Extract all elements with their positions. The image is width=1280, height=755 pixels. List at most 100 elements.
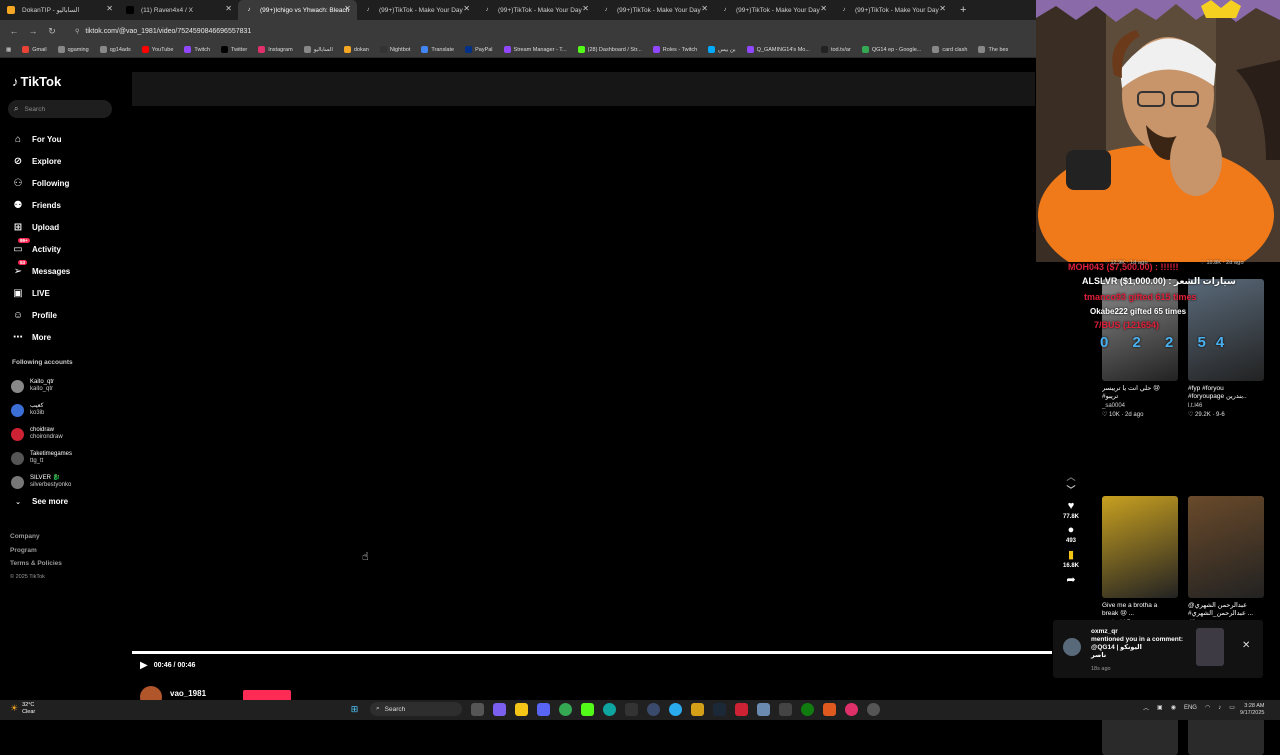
tab-close-icon[interactable]: ✕ [344,4,351,13]
bookmark-item[interactable]: tod.tv/ar [820,46,851,53]
tray-app2-icon[interactable]: ◉ [1171,704,1176,711]
bookmark-item[interactable]: Roles - Twitch [652,46,697,53]
sidebar-item-more[interactable]: ⋯ More [12,326,70,348]
share-icon[interactable]: ➦ [1058,573,1084,586]
weather-widget[interactable]: ☀ 32°C Clear [10,702,35,715]
video-author-handle[interactable]: l.t.l46 [1188,403,1264,409]
footer-terms[interactable]: Terms & Policies [10,557,62,571]
app-pink-icon[interactable] [845,702,858,716]
sidebar-item-following[interactable]: ⚇ Following [12,172,70,194]
task-view-icon[interactable] [471,702,484,716]
bookmark-item[interactable]: card clash [932,46,967,53]
browser-tab[interactable]: ♪ (99+)TikTok - Make Your Day ✕ [714,0,833,20]
app-orange-icon[interactable] [823,702,836,716]
bookmark-item[interactable]: Q_GAMING14's Mo... [746,46,810,53]
video-thumbnail[interactable] [1188,279,1264,381]
bookmark-item[interactable]: dokan [343,46,369,53]
follow-button[interactable] [243,690,291,700]
comment-icon[interactable]: ● [1058,524,1084,536]
obs-icon[interactable] [647,702,660,716]
video-card[interactable]: Give me a brotha abreak 😢 ...mark.ohh7♡ … [1102,496,1178,635]
following-account[interactable]: choidraw choirondraw [11,422,72,446]
video-author-handle[interactable]: _sa0004 [1102,403,1178,409]
footer-program[interactable]: Program [10,544,62,558]
video-thumbnail[interactable] [1188,496,1264,598]
tab-close-icon[interactable]: ✕ [463,4,470,13]
tab-close-icon[interactable]: ✕ [820,4,827,13]
bookmark-item[interactable]: الساباليو [303,46,333,53]
tab-close-icon[interactable]: ✕ [225,4,232,13]
bookmark-item[interactable]: بن بيس [708,46,736,53]
kick-icon[interactable] [581,702,594,716]
telegram-icon[interactable] [669,702,682,716]
steam-icon[interactable] [713,702,726,716]
calculator-icon[interactable] [779,702,792,716]
bookmark-item[interactable]: Gmail [22,46,47,53]
wifi-icon[interactable]: ◠ [1205,704,1210,711]
footer-company[interactable]: Company [10,530,62,544]
bookmark-item[interactable]: qg14ads [99,46,131,53]
heart-icon[interactable]: ♥ [1058,500,1084,512]
browser-tab[interactable]: ♪ (99+)TikTok - Make Your Day ✕ [476,0,595,20]
language-indicator[interactable]: ENG [1184,705,1197,711]
bookmark-item[interactable]: Nightbot [379,46,410,53]
file-explorer-icon[interactable] [515,702,528,716]
browser-tab[interactable]: ♪ (99+)TikTok - Make Your Day ✕ [833,0,952,20]
bookmark-item[interactable]: Translate [421,46,454,53]
app-icon[interactable] [691,702,704,716]
volume-icon[interactable]: ♪ [1218,705,1221,711]
bookmark-item[interactable]: qgaming [57,46,89,53]
browser-tab[interactable]: ♪ (99+)TikTok - Make Your Day ✕ [595,0,714,20]
tray-app-icon[interactable]: ▣ [1157,704,1163,711]
video-card[interactable]: @عبدالرحمن الشهري#عبدالرحمن_الشهري ...dl… [1188,496,1264,635]
video-progress-bar[interactable] [132,651,1052,654]
bookmark-item[interactable]: PayPal [465,46,493,53]
bookmark-item[interactable]: Twitter [221,46,247,53]
windows-start-icon[interactable]: ⊞ [348,703,361,716]
battery-icon[interactable]: ▭ [1229,704,1235,711]
browser-tab[interactable]: (11) Raven4x4 / X ✕ [119,0,238,20]
sidebar-item-live[interactable]: ▣ LIVE [12,282,70,304]
video-author[interactable]: vao_1981 [140,686,300,700]
following-account[interactable]: كعيب ko3ib [11,398,72,422]
reload-icon[interactable]: ↻ [47,26,57,37]
author-name[interactable]: vao_1981 [170,689,206,698]
tray-chevron-icon[interactable]: ︿ [1143,703,1149,712]
see-more-button[interactable]: ⌄ See more [12,497,68,506]
author-avatar[interactable] [140,686,162,700]
bookmark-icon[interactable]: ▮ [1058,548,1084,561]
sidebar-item-for-you[interactable]: ⌂ For You [12,128,70,150]
close-icon[interactable]: ✕ [1242,640,1250,651]
taskbar-search[interactable]: ⌕ Search [370,702,462,716]
tiktok-logo[interactable]: ♪ TikTok [12,74,61,89]
following-account[interactable]: Taketimegames ttg_tt [11,446,72,470]
bookmark-item[interactable]: (28) Dashboard / Str... [577,46,642,53]
url-field[interactable]: ⚲ tiktok.com/@vao_1981/video/75245908466… [75,28,251,35]
app-dark-icon[interactable] [867,702,880,716]
xbox-icon[interactable] [801,702,814,716]
mention-notification[interactable]: oxmz_qr mentioned you in a comment: @QG1… [1053,620,1263,678]
tab-close-icon[interactable]: ✕ [582,4,589,13]
new-tab-icon[interactable]: + [960,4,966,16]
apps-icon[interactable]: ▦ [6,47,11,53]
sidebar-item-messages[interactable]: ➢ 53 Messages [12,260,70,282]
video-thumbnail[interactable] [1188,715,1264,755]
browser-tab[interactable]: ♪ (99+)TikTok - Make Your Day ✕ [357,0,476,20]
bookmark-item[interactable]: Stream Manager - T... [503,46,567,53]
browser-tab[interactable]: DokanTIP - الساباليو ✕ [0,0,119,20]
bookmark-item[interactable]: Instagram [258,46,293,53]
bookmark-item[interactable]: Twitch [184,46,210,53]
following-account[interactable]: Kaito_qtr kaito_qtr [11,374,72,398]
sidebar-item-friends[interactable]: ⚉ Friends [12,194,70,216]
notepad-icon[interactable] [757,702,770,716]
bookmark-item[interactable]: YouTube [141,46,173,53]
following-account[interactable]: SILVER 🐉 silverbestyonko [11,470,72,494]
chevron-down-icon[interactable]: ﹀ [1058,483,1084,496]
video-thumbnail[interactable] [1102,715,1178,755]
taskbar-clock[interactable]: 3:28 AM 9/17/2025 [1240,703,1264,717]
browser-tab[interactable]: ♪ (99+)Ichigo vs Yhwach: Bleach ✕ [238,0,357,20]
back-icon[interactable]: ← [9,26,19,36]
tab-close-icon[interactable]: ✕ [939,4,946,13]
bookmark-item[interactable]: The bes [978,46,1008,53]
app-red-icon[interactable] [735,702,748,716]
